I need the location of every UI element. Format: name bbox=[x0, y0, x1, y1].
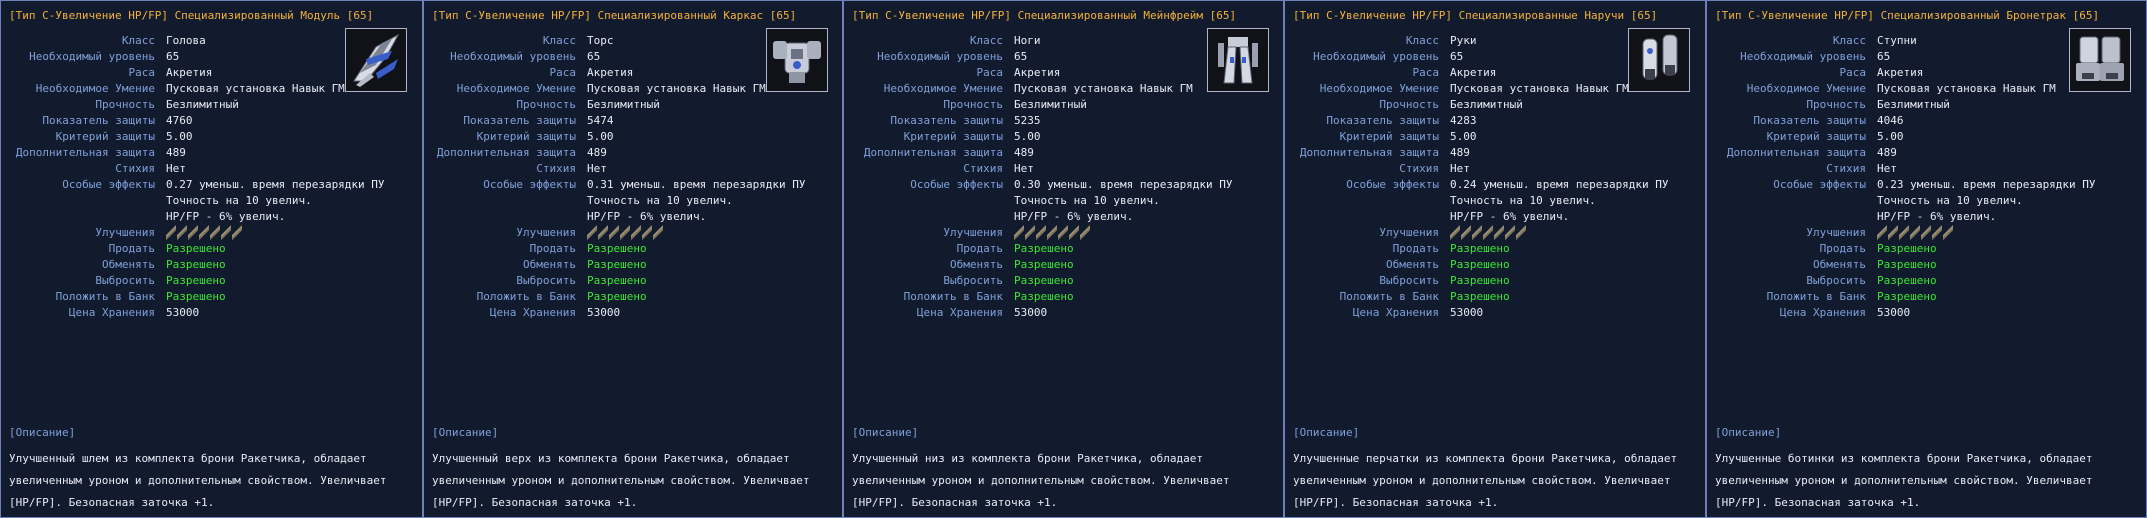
item-tooltips: [Тип С-Увеличение HP/FP] Специализирован… bbox=[0, 0, 2147, 518]
item-tooltip-panel: [Тип С-Увеличение HP/FP] Специализирован… bbox=[843, 0, 1284, 518]
item-tooltip-panel: [Тип С-Увеличение HP/FP] Специализирован… bbox=[1706, 0, 2147, 518]
item-tooltip-panel: [Тип С-Увеличение HP/FP] Специализирован… bbox=[1284, 0, 1706, 518]
storage-price-value: 53000 bbox=[1014, 306, 1048, 319]
stat-row: Цена Хранения 53000 bbox=[1285, 302, 1705, 324]
storage-price-label: Цена Хранения bbox=[489, 306, 576, 319]
storage-price-label: Цена Хранения bbox=[68, 306, 155, 319]
storage-price-label: Цена Хранения bbox=[1779, 306, 1866, 319]
description-heading: [Описание] bbox=[432, 426, 499, 439]
description-heading: [Описание] bbox=[852, 426, 919, 439]
item-title: [Тип С-Увеличение HP/FP] Специализирован… bbox=[1715, 9, 2100, 22]
stat-row: Цена Хранения 53000 bbox=[1, 302, 422, 324]
storage-price-value: 53000 bbox=[1450, 306, 1484, 319]
description-text: Улучшенные ботинки из комплекта брони Ра… bbox=[1715, 452, 2093, 509]
item-title: [Тип С-Увеличение HP/FP] Специализирован… bbox=[852, 9, 1237, 22]
storage-price-value: 53000 bbox=[166, 306, 200, 319]
storage-price-label: Цена Хранения bbox=[1352, 306, 1439, 319]
item-title: [Тип С-Увеличение HP/FP] Специализирован… bbox=[1293, 9, 1658, 22]
description-heading: [Описание] bbox=[1715, 426, 1782, 439]
description-heading: [Описание] bbox=[1293, 426, 1360, 439]
stat-row: Цена Хранения 53000 bbox=[844, 302, 1283, 324]
description-text: Улучшенный низ из комплекта брони Ракетч… bbox=[852, 452, 1230, 509]
description-text: Улучшенный верх из комплекта брони Ракет… bbox=[432, 452, 810, 509]
storage-price-label: Цена Хранения bbox=[916, 306, 1003, 319]
item-title: [Тип С-Увеличение HP/FP] Специализирован… bbox=[9, 9, 374, 22]
stat-row: Цена Хранения 53000 bbox=[1707, 302, 2146, 324]
storage-price-value: 53000 bbox=[587, 306, 621, 319]
storage-price-value: 53000 bbox=[1877, 306, 1911, 319]
description-heading: [Описание] bbox=[9, 426, 76, 439]
description-text: Улучшенный шлем из комплекта брони Ракет… bbox=[9, 452, 387, 509]
description-text: Улучшенные перчатки из комплекта брони Р… bbox=[1293, 452, 1678, 509]
item-tooltip-panel: [Тип С-Увеличение HP/FP] Специализирован… bbox=[423, 0, 843, 518]
stat-row: Цена Хранения 53000 bbox=[424, 302, 842, 324]
item-tooltip-panel: [Тип С-Увеличение HP/FP] Специализирован… bbox=[0, 0, 423, 518]
item-title: [Тип С-Увеличение HP/FP] Специализирован… bbox=[432, 9, 797, 22]
